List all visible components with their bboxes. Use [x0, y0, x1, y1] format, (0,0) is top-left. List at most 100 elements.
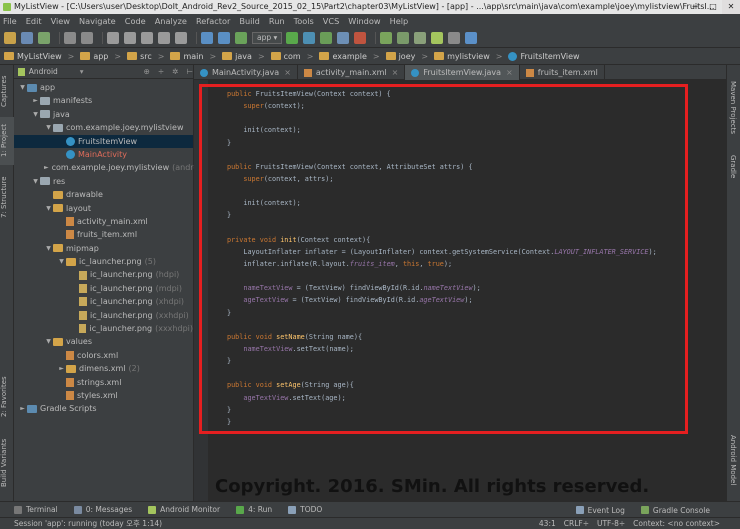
menu-file[interactable]: File — [3, 14, 17, 28]
cursor-position[interactable]: 43:1 — [539, 518, 556, 529]
editor-tab-activity-main-xml[interactable]: activity_main.xml × — [298, 65, 406, 80]
breadcrumb-item[interactable]: example > — [319, 52, 380, 61]
file-encoding[interactable]: UTF-8÷ — [597, 518, 625, 529]
favorites-tab[interactable]: 2: Favorites — [0, 375, 14, 419]
tree-item[interactable]: ▼ mipmap — [14, 242, 193, 255]
menu-analyze[interactable]: Analyze — [155, 14, 187, 28]
maven-projects-tab[interactable]: Maven Projects — [729, 81, 737, 134]
android-model-tab[interactable]: Android Model — [729, 435, 737, 485]
minimize-button[interactable]: ─ — [686, 0, 704, 14]
menu-run[interactable]: Run — [269, 14, 285, 28]
expand-arrow-icon[interactable]: ▼ — [44, 121, 53, 134]
tree-item[interactable]: ► dimens.xml (2) — [14, 362, 193, 375]
tree-item[interactable]: colors.xml — [14, 349, 193, 362]
tree-item[interactable]: ▼ java — [14, 108, 193, 121]
replace-icon[interactable] — [175, 31, 187, 44]
menu-window[interactable]: Window — [348, 14, 380, 28]
sync-icon[interactable] — [38, 31, 50, 44]
sync-with-editor-icon[interactable]: ⊕ — [144, 67, 150, 76]
terminal-tab[interactable]: Terminal — [14, 505, 58, 514]
copy-icon[interactable] — [124, 31, 136, 44]
expand-arrow-icon[interactable]: ► — [31, 94, 40, 107]
tree-item[interactable]: ic_launcher.png (xhdpi) — [14, 295, 193, 308]
tree-item[interactable]: ic_launcher.png (xxxhdpi) — [14, 322, 193, 335]
close-tab-icon[interactable]: × — [284, 65, 291, 80]
expand-arrow-icon[interactable]: ▼ — [57, 255, 66, 268]
menu-help[interactable]: Help — [390, 14, 409, 28]
menu-code[interactable]: Code — [125, 14, 146, 28]
save-icon[interactable] — [21, 31, 33, 44]
back-icon[interactable] — [201, 31, 213, 44]
paste-icon[interactable] — [141, 31, 153, 44]
dropdown-arrow-icon[interactable]: ▾ — [80, 67, 84, 76]
menu-tools[interactable]: Tools — [294, 14, 314, 28]
tree-item[interactable]: ► manifests — [14, 94, 193, 107]
tree-item[interactable]: MainActivity — [14, 148, 193, 161]
event-log-tab[interactable]: Event Log — [575, 506, 625, 515]
todo-tab[interactable]: TODO — [288, 505, 322, 514]
context-indicator[interactable]: Context: <no context> — [633, 518, 720, 529]
expand-arrow-icon[interactable]: ▼ — [44, 242, 53, 255]
gradle-tab[interactable]: Gradle — [729, 155, 737, 178]
avd-manager-icon[interactable] — [397, 31, 410, 44]
tree-item[interactable]: ic_launcher.png (mdpi) — [14, 282, 193, 295]
redo-icon[interactable] — [81, 31, 93, 44]
expand-arrow-icon[interactable]: ▼ — [44, 335, 53, 348]
tree-item[interactable]: ▼ res — [14, 175, 193, 188]
tree-item[interactable]: ▼ ic_launcher.png (5) — [14, 255, 193, 268]
run-icon[interactable] — [286, 31, 299, 44]
editor-tab-fruits-item-xml[interactable]: fruits_item.xml — [520, 65, 605, 80]
maximize-button[interactable]: □ — [704, 0, 722, 14]
tree-item[interactable]: ► com.example.joey.mylistview (andro — [14, 161, 198, 174]
run-tab[interactable]: 4: Run — [236, 505, 272, 514]
find-icon[interactable] — [158, 31, 170, 44]
undo-icon[interactable] — [64, 31, 76, 44]
messages-tab[interactable]: 0: Messages — [73, 505, 132, 514]
breadcrumb-item[interactable]: MyListView > — [4, 52, 74, 61]
gradle-console-tab[interactable]: Gradle Console — [640, 506, 710, 515]
breadcrumb-item[interactable]: main > — [170, 52, 216, 61]
close-tab-icon[interactable]: × — [506, 65, 513, 80]
forward-icon[interactable] — [218, 31, 230, 44]
structure-tab[interactable]: 7: Structure — [0, 173, 14, 221]
menu-build[interactable]: Build — [239, 14, 260, 28]
tree-item[interactable]: ▼ app — [14, 81, 193, 94]
tree-item[interactable]: FruitsItemView — [14, 134, 193, 148]
menu-view[interactable]: View — [51, 14, 70, 28]
close-tab-icon[interactable]: × — [392, 65, 399, 80]
expand-arrow-icon[interactable]: ► — [18, 402, 27, 415]
tree-item[interactable]: ▼ values — [14, 335, 193, 348]
make-project-icon[interactable] — [235, 31, 247, 44]
close-button[interactable]: ✕ — [722, 0, 740, 14]
tree-item[interactable]: strings.xml — [14, 376, 193, 389]
expand-arrow-icon[interactable]: ► — [57, 362, 66, 375]
breadcrumb-item[interactable]: com > — [270, 52, 313, 61]
gradle-sync-icon[interactable] — [380, 31, 393, 44]
collapse-all-icon[interactable]: ÷ — [158, 67, 164, 76]
open-folder-icon[interactable] — [4, 31, 16, 44]
breadcrumb-item[interactable]: app > — [80, 52, 121, 61]
tree-item[interactable]: ▼ layout — [14, 202, 193, 215]
menu-navigate[interactable]: Navigate — [79, 14, 116, 28]
sdk-manager-icon[interactable] — [414, 31, 427, 44]
tree-item[interactable]: activity_main.xml — [14, 215, 193, 228]
breadcrumb-item[interactable]: FruitsItemView — [508, 51, 580, 61]
tree-item[interactable]: ic_launcher.png (hdpi) — [14, 268, 193, 281]
project-structure-icon[interactable] — [448, 31, 461, 44]
tree-item[interactable]: ▼ com.example.joey.mylistview — [14, 121, 193, 134]
stop-icon[interactable] — [354, 31, 367, 44]
expand-arrow-icon[interactable]: ► — [44, 161, 49, 174]
menu-refactor[interactable]: Refactor — [196, 14, 230, 28]
breadcrumb-item[interactable]: mylistview > — [434, 52, 502, 61]
attach-debugger-icon[interactable] — [337, 31, 350, 44]
tree-item[interactable]: fruits_item.xml — [14, 228, 193, 241]
project-tab[interactable]: 1: Project — [0, 117, 14, 165]
breadcrumb-item[interactable]: joey > — [385, 52, 428, 61]
project-view-selector[interactable]: Android — [29, 67, 58, 76]
menu-vcs[interactable]: VCS — [323, 14, 340, 28]
cut-icon[interactable] — [107, 31, 119, 44]
settings-gear-icon[interactable]: ✲ — [172, 67, 178, 76]
editor-tab-fruits-item-view[interactable]: FruitsItemView.java × — [405, 65, 520, 80]
expand-arrow-icon[interactable]: ▼ — [44, 202, 53, 215]
captures-tab[interactable]: Captures — [0, 71, 14, 111]
